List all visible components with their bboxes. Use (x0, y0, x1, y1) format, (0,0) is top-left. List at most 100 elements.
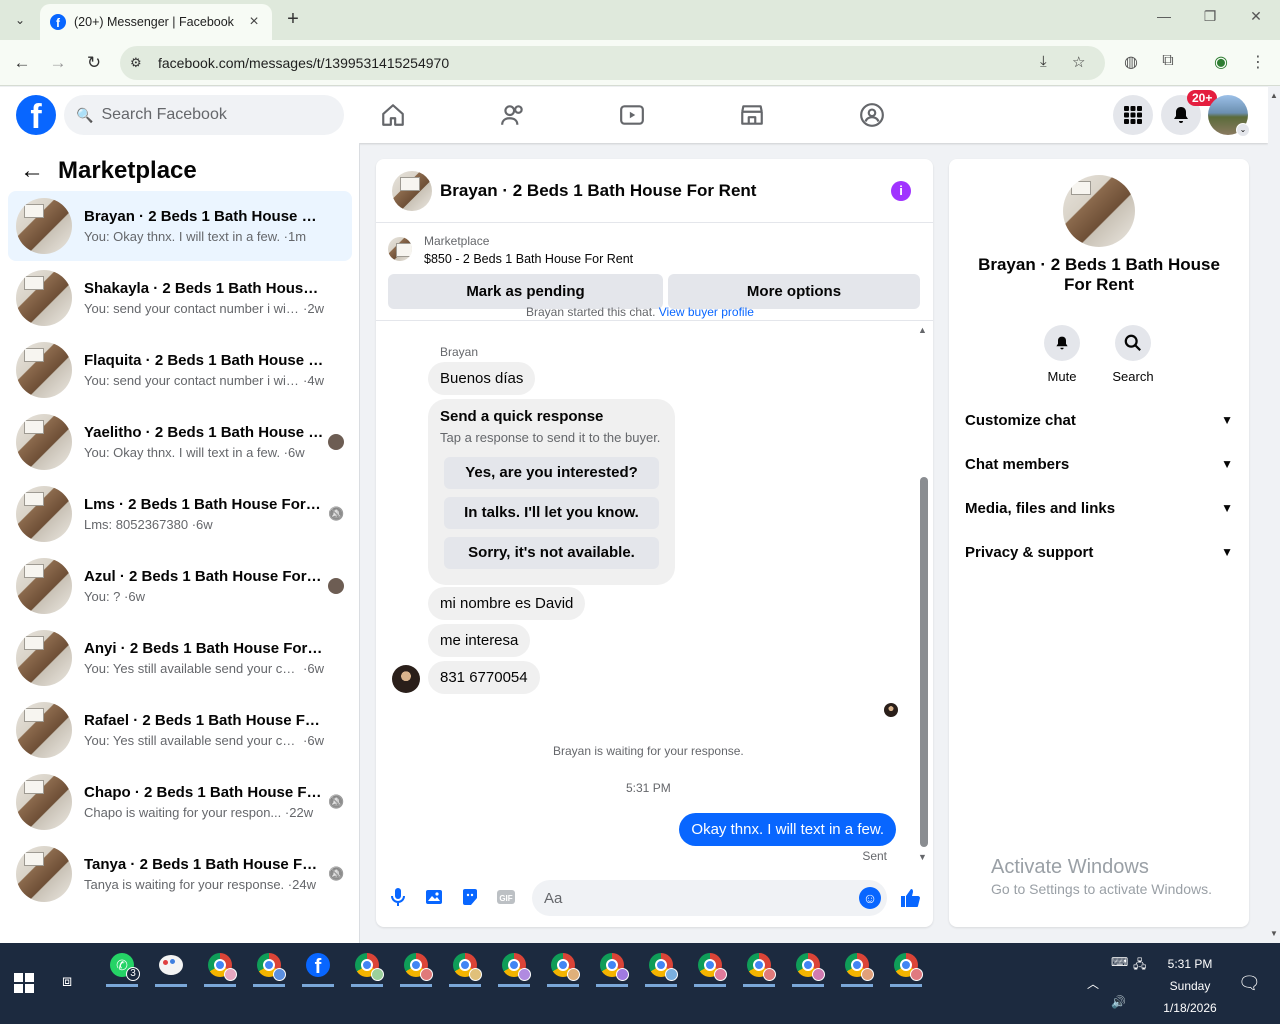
view-buyer-profile-link[interactable]: View buyer profile (659, 305, 754, 319)
conversation-item[interactable]: Shakayla · 2 Beds 1 Bath House For... You… (8, 263, 352, 333)
facebook-app-icon[interactable]: f (298, 945, 338, 987)
listing-price[interactable]: $850 - 2 Beds 1 Bath House For Rent (424, 252, 633, 266)
system-clock[interactable]: 5:31 PM Sunday 1/18/2026 (1158, 953, 1222, 1019)
video-icon[interactable] (614, 97, 650, 133)
listing-image[interactable] (1063, 175, 1135, 247)
windows-start-icon[interactable] (14, 973, 34, 993)
sender-avatar[interactable] (392, 665, 420, 693)
chat-members-section[interactable]: Chat members ▼ (965, 447, 1233, 481)
quick-reply-in-talks-button[interactable]: In talks. I'll let you know. (444, 497, 659, 529)
sticker-icon[interactable] (458, 887, 482, 911)
conversation-item[interactable]: Azul · 2 Beds 1 Bath House For R... You: … (8, 551, 352, 621)
chrome-app-icon[interactable] (641, 945, 681, 987)
account-avatar[interactable]: ⌄ (1208, 95, 1250, 137)
groups-icon[interactable] (854, 97, 890, 133)
site-info-icon[interactable]: ⚙ (130, 55, 154, 71)
conversation-item[interactable]: Flaquita · 2 Beds 1 Bath House For ... Yo… (8, 335, 352, 405)
message-input[interactable] (544, 889, 844, 907)
more-options-button[interactable]: More options (668, 274, 920, 309)
chrome-app-icon[interactable] (396, 945, 436, 987)
chrome-app-icon[interactable] (592, 945, 632, 987)
close-tab-icon[interactable]: × (246, 13, 262, 31)
chrome-app-icon[interactable] (249, 945, 289, 987)
search-box[interactable]: 🔍 (64, 95, 344, 135)
restore-icon[interactable]: ❐ (1187, 8, 1233, 25)
chrome-app-icon[interactable] (739, 945, 779, 987)
translate-icon[interactable]: ◍ (1120, 52, 1142, 72)
notification-center-icon[interactable]: 🗨 (1238, 973, 1261, 994)
profile-icon[interactable]: ◉ (1210, 52, 1232, 72)
chrome-app-icon[interactable] (347, 945, 387, 987)
whatsapp-app-icon[interactable]: ✆ 3 (102, 945, 142, 987)
privacy-support-section[interactable]: Privacy & support ▼ (965, 535, 1233, 569)
conversation-item[interactable]: Tanya · 2 Beds 1 Bath House For ... Tanya… (8, 839, 352, 909)
network-icon[interactable]: 🖧 (1133, 955, 1146, 976)
chrome-app-icon[interactable] (543, 945, 583, 987)
emoji-icon[interactable]: ☺ (859, 887, 881, 909)
back-arrow-icon[interactable]: ← (20, 157, 44, 185)
close-window-icon[interactable]: ✕ (1233, 8, 1279, 25)
media-files-links-section[interactable]: Media, files and links ▼ (965, 491, 1233, 525)
browser-tab[interactable]: f (20+) Messenger | Facebook × (40, 4, 272, 40)
meet-now-icon[interactable]: ⌨ (1111, 955, 1128, 969)
scroll-up-arrow-icon[interactable]: ▲ (918, 325, 927, 335)
tray-chevron-up-icon[interactable]: ︿ (1087, 975, 1099, 992)
chrome-app-icon[interactable] (494, 945, 534, 987)
omnibox[interactable]: ⚙ facebook.com/messages/t/13995314152549… (120, 46, 1105, 80)
task-view-icon[interactable]: ⧈ (62, 973, 82, 993)
details-title[interactable]: Brayan · 2 Beds 1 Bath House For Rent (969, 255, 1229, 295)
chat-title[interactable]: Brayan · 2 Beds 1 Bath House For Rent (440, 181, 756, 201)
chrome-app-icon[interactable] (690, 945, 730, 987)
search-input[interactable] (101, 106, 322, 124)
extensions-icon[interactable]: ⧉ (1157, 52, 1179, 70)
conversation-item[interactable]: Rafael · 2 Beds 1 Bath House For R... You… (8, 695, 352, 765)
running-indicator (792, 984, 824, 987)
marketplace-icon[interactable] (734, 97, 770, 133)
conversation-item[interactable]: Anyi · 2 Beds 1 Bath House For Rent You: … (8, 623, 352, 693)
reload-icon[interactable]: ↻ (83, 52, 105, 74)
scroll-down-arrow-icon[interactable]: ▼ (918, 852, 927, 862)
search-in-chat-button[interactable]: Search (1103, 325, 1163, 384)
chrome-app-icon[interactable] (837, 945, 877, 987)
conversation-item[interactable]: Yaelitho · 2 Beds 1 Bath House F... You: … (8, 407, 352, 477)
thumbs-up-icon[interactable] (898, 887, 922, 911)
back-icon[interactable]: ← (11, 52, 33, 74)
facebook-logo-icon[interactable]: f (16, 95, 56, 135)
forward-icon[interactable]: → (47, 52, 69, 74)
friends-icon[interactable] (495, 97, 531, 133)
message-input-box[interactable]: ☺ (532, 880, 887, 916)
scroll-down-arrow-icon[interactable]: ▼ (1270, 929, 1278, 938)
volume-icon[interactable]: 🔊 (1111, 995, 1126, 1009)
gif-icon[interactable]: GIF (494, 887, 518, 911)
photo-icon[interactable] (422, 887, 446, 911)
info-icon[interactable]: i (891, 181, 911, 201)
microphone-icon[interactable] (386, 887, 410, 911)
customize-chat-section[interactable]: Customize chat ▼ (965, 403, 1233, 437)
chrome-app-icon[interactable] (886, 945, 926, 987)
message-composer: GIF ☺ (376, 875, 933, 927)
conversation-item[interactable]: Chapo · 2 Beds 1 Bath House For... Chapo … (8, 767, 352, 837)
minimize-icon[interactable]: — (1141, 8, 1187, 24)
chrome-app-icon[interactable] (445, 945, 485, 987)
quick-reply-not-available-button[interactable]: Sorry, it's not available. (444, 537, 659, 569)
new-tab-icon[interactable]: + (282, 8, 304, 30)
install-app-icon[interactable]: ⤓ (1040, 53, 1047, 70)
chat-scrollbar-thumb[interactable] (920, 477, 928, 847)
chrome-app-icon[interactable] (788, 945, 828, 987)
browser-menu-icon[interactable]: ⋮ (1247, 52, 1269, 72)
menu-grid-icon[interactable] (1113, 95, 1153, 135)
page-scrollbar[interactable]: ▲ ▼ (1268, 87, 1280, 943)
home-icon[interactable] (375, 97, 411, 133)
mute-button[interactable]: Mute (1032, 325, 1092, 384)
conversation-item[interactable]: Lms · 2 Beds 1 Bath House For R... Lms: 8… (8, 479, 352, 549)
conversation-item[interactable]: Brayan · 2 Beds 1 Bath House For R... You… (8, 191, 352, 261)
listing-thumbnail[interactable] (392, 170, 432, 211)
mark-as-pending-button[interactable]: Mark as pending (388, 274, 663, 309)
listing-thumbnail-small[interactable] (388, 237, 412, 261)
quick-reply-yes-button[interactable]: Yes, are you interested? (444, 457, 659, 489)
bookmark-star-icon[interactable]: ☆ (1072, 53, 1085, 71)
chrome-app-icon[interactable] (200, 945, 240, 987)
scroll-up-arrow-icon[interactable]: ▲ (1270, 91, 1278, 100)
paint-app-icon[interactable] (151, 945, 191, 987)
tab-search-chevron-icon[interactable]: ⌄ (8, 8, 32, 32)
